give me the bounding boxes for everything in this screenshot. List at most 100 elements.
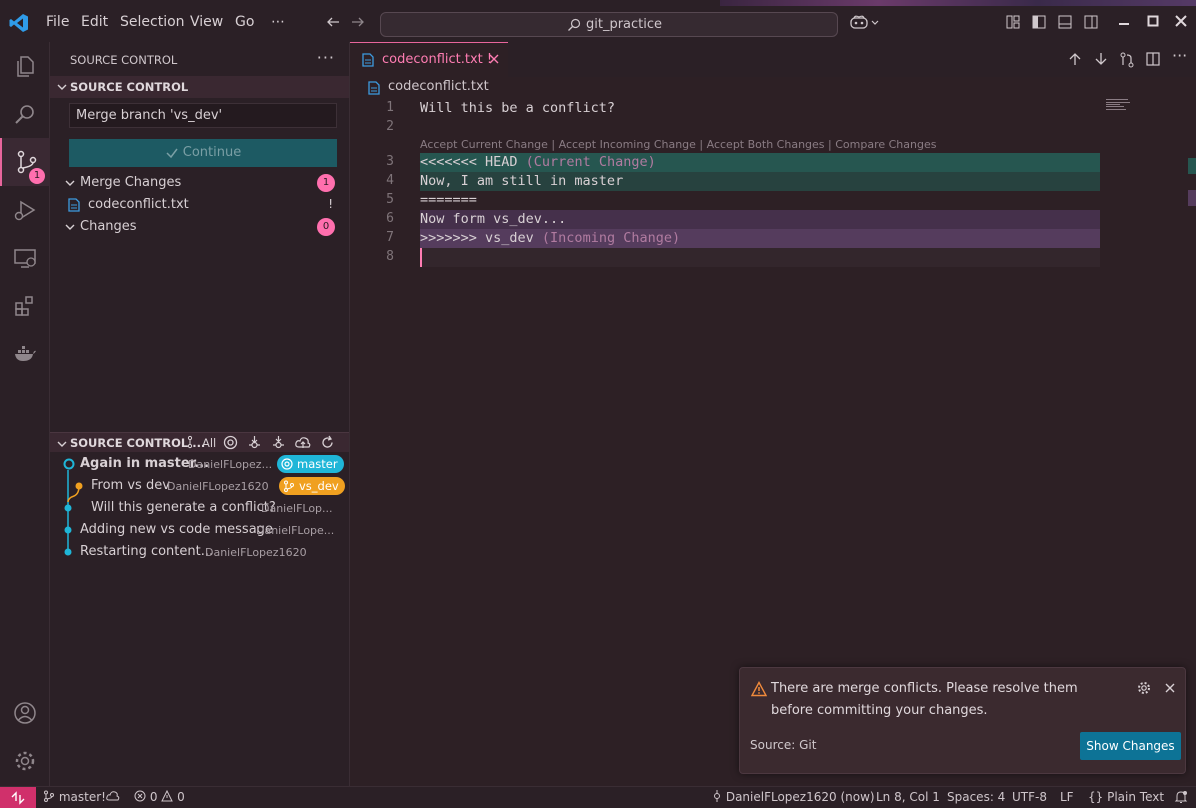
toggle-primary-sidebar-icon[interactable]: [1032, 15, 1046, 29]
toggle-secondary-sidebar-icon[interactable]: [1084, 15, 1098, 29]
merge-codelens-actions[interactable]: Accept Current Change | Accept Incoming …: [420, 138, 936, 151]
more-actions-icon[interactable]: ···: [317, 48, 335, 67]
line-number: 3: [386, 154, 394, 169]
line-number: 5: [386, 192, 394, 207]
branch-filter-icon[interactable]: [186, 435, 200, 449]
chevron-down-icon: [64, 221, 76, 233]
accounts-activity[interactable]: [0, 689, 50, 737]
line-number: 4: [386, 173, 394, 188]
commit-message-input[interactable]: Merge branch 'vs_dev': [69, 103, 337, 128]
cursor-position[interactable]: Ln 8, Col 1: [876, 790, 940, 804]
continue-button[interactable]: Continue: [69, 139, 337, 167]
customize-layout-icon[interactable]: [1006, 15, 1020, 29]
commit-row[interactable]: Will this generate a conflict? DanielFLo…: [50, 497, 349, 519]
source-control-badge: 1: [29, 168, 45, 184]
source-control-graph-header[interactable]: SOURCE CONTROL ... All: [50, 432, 349, 452]
minimap[interactable]: [1106, 97, 1136, 117]
copilot-icon[interactable]: [850, 15, 880, 29]
indentation-status[interactable]: Spaces: 4: [947, 790, 1005, 804]
show-changes-button[interactable]: Show Changes: [1080, 732, 1181, 760]
menu-file[interactable]: File: [46, 14, 69, 30]
commit-author: DanielFLopez1620: [167, 480, 269, 493]
eol-status[interactable]: LF: [1060, 790, 1074, 804]
error-count: 0: [149, 790, 158, 804]
split-editor-icon[interactable]: [1146, 52, 1160, 66]
remote-explorer-activity[interactable]: [0, 234, 50, 282]
graph-filter-all[interactable]: All: [202, 436, 216, 450]
extensions-icon: [15, 296, 33, 316]
sync-cloud-icon[interactable]: [106, 790, 120, 802]
search-icon: [567, 18, 581, 32]
close-tab-icon[interactable]: [488, 53, 500, 65]
menu-go[interactable]: Go: [235, 14, 254, 30]
commit-node-icon: [75, 482, 83, 490]
sidebar-title: SOURCE CONTROL: [70, 53, 178, 67]
branch-status[interactable]: master!: [43, 790, 106, 804]
command-center[interactable]: git_practice: [380, 12, 838, 37]
search-activity[interactable]: [0, 90, 50, 138]
refresh-icon[interactable]: [320, 435, 335, 450]
search-icon: [15, 105, 34, 124]
title-bar: File Edit Selection View Go ⋯ git_practi…: [0, 0, 1196, 42]
fetch-icon[interactable]: [247, 435, 262, 450]
line-number: 7: [386, 230, 394, 245]
close-icon[interactable]: [1164, 682, 1176, 694]
commit-row[interactable]: From vs dev DanielFLopez1620 vs_dev: [50, 475, 349, 497]
master-ref-badge: master: [277, 455, 344, 473]
commit-row[interactable]: Restarting content... DanielFLopez1620: [50, 541, 349, 563]
activity-bar: 1: [0, 42, 50, 786]
source-control-activity[interactable]: 1: [0, 138, 50, 186]
commit-row[interactable]: Adding new vs code message DanielFLope..…: [50, 519, 349, 541]
merge-changes-count: 1: [317, 174, 335, 192]
text-file-icon: [362, 53, 374, 67]
commit-author: DanielFLop...: [261, 502, 333, 515]
code-line[interactable]: 5 =======: [350, 191, 1110, 210]
minimize-icon[interactable]: [1118, 15, 1130, 27]
code-line[interactable]: 1 Will this be a conflict?: [350, 99, 1110, 118]
extensions-activity[interactable]: [0, 282, 50, 330]
branch-icon: [284, 480, 294, 492]
forward-arrow-icon[interactable]: [350, 14, 366, 30]
commit-node-icon: [64, 526, 72, 534]
next-conflict-icon[interactable]: [1094, 52, 1108, 66]
notifications-bell-icon[interactable]: [1174, 790, 1188, 804]
code-line[interactable]: 6 Now form vs_dev...: [350, 210, 1110, 229]
back-arrow-icon[interactable]: [325, 14, 341, 30]
menu-selection[interactable]: Selection: [120, 14, 185, 30]
previous-conflict-icon[interactable]: [1068, 52, 1082, 66]
go-to-current-icon[interactable]: [223, 435, 238, 450]
pull-icon[interactable]: [271, 435, 286, 450]
maximize-icon[interactable]: [1147, 15, 1159, 27]
menu-view[interactable]: View: [190, 14, 223, 30]
source-control-section-header[interactable]: SOURCE CONTROL: [50, 76, 349, 98]
menu-more[interactable]: ⋯: [271, 14, 285, 30]
code-line[interactable]: 8: [350, 248, 1110, 267]
code-line[interactable]: 7 >>>>>>> vs_dev (Incoming Change): [350, 229, 1110, 248]
explorer-activity[interactable]: [0, 42, 50, 90]
run-debug-icon: [14, 200, 36, 221]
run-debug-activity[interactable]: [0, 186, 50, 234]
problems-status[interactable]: 0 0: [134, 790, 185, 804]
code-line[interactable]: 3 <<<<<<< HEAD (Current Change): [350, 153, 1110, 172]
tab-codeconflict[interactable]: codeconflict.txt !: [350, 42, 508, 77]
changes-group[interactable]: Changes 0: [50, 216, 349, 238]
encoding-status[interactable]: UTF-8: [1012, 790, 1047, 804]
editor-more-icon[interactable]: ···: [1172, 46, 1187, 65]
docker-activity[interactable]: [0, 330, 50, 378]
language-mode[interactable]: {} Plain Text: [1088, 790, 1164, 804]
push-cloud-icon[interactable]: [295, 435, 311, 450]
code-line[interactable]: 4 Now, I am still in master: [350, 172, 1110, 191]
manage-activity[interactable]: [0, 737, 50, 785]
commit-row[interactable]: Again in master... DanielFLopez... maste…: [50, 453, 349, 475]
conflict-file-item[interactable]: codeconflict.txt !: [50, 194, 349, 216]
code-line[interactable]: 2: [350, 118, 1110, 137]
menu-edit[interactable]: Edit: [81, 14, 108, 30]
git-blame-status[interactable]: DanielFLopez1620 (now): [712, 790, 875, 804]
toggle-panel-icon[interactable]: [1058, 15, 1072, 29]
remote-indicator[interactable]: [0, 787, 36, 808]
merge-changes-group[interactable]: Merge Changes 1: [50, 172, 349, 194]
open-changes-icon[interactable]: [1119, 52, 1135, 68]
close-window-icon[interactable]: [1175, 15, 1187, 27]
scrollbar-incoming-marker: [1188, 190, 1196, 206]
gear-icon[interactable]: [1137, 681, 1151, 695]
